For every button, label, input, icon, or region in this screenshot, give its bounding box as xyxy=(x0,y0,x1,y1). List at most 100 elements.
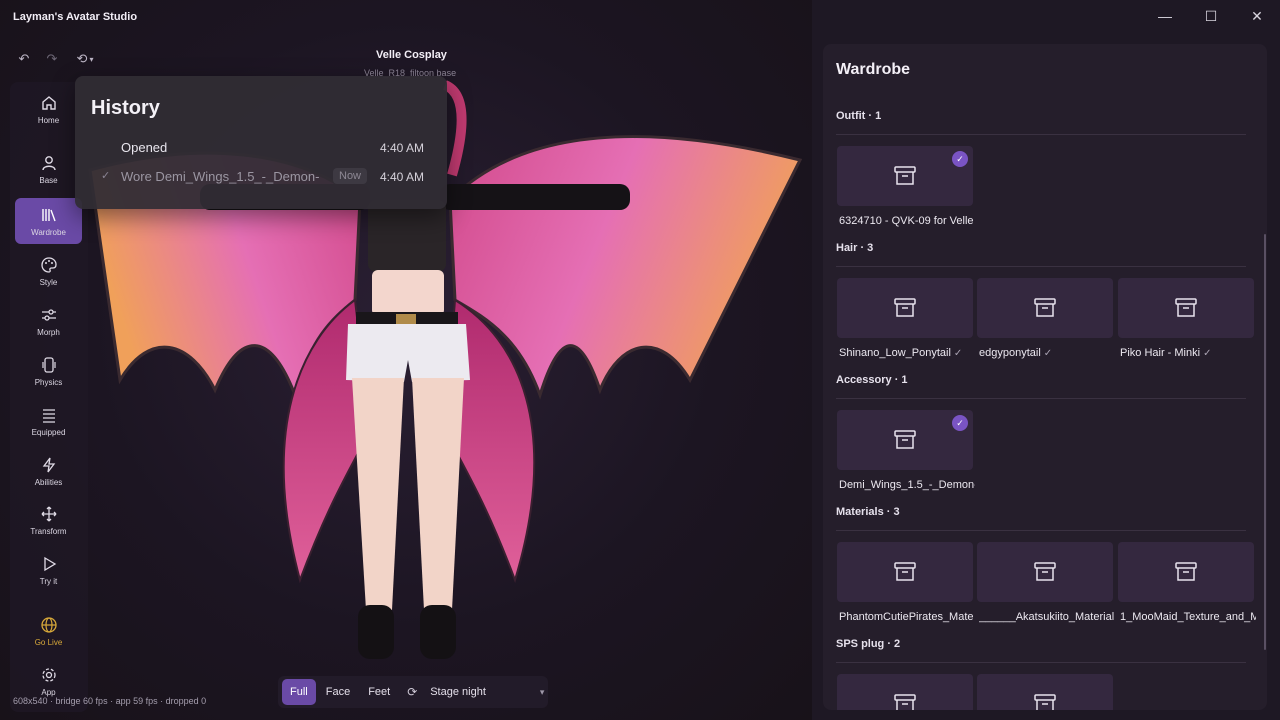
wardrobe-item-name: 6324710 - QVK-09 for Velle xyxy=(839,215,974,227)
worn-check-icon: ✓ xyxy=(952,151,968,167)
divider xyxy=(836,662,1246,663)
gear-icon xyxy=(41,667,56,682)
sidebar-item-base[interactable]: Base xyxy=(15,146,82,192)
wardrobe-scrollbar[interactable] xyxy=(1264,234,1266,650)
archive-icon xyxy=(894,562,916,581)
wardrobe-item-card[interactable] xyxy=(977,278,1113,338)
history-row-label: Opened xyxy=(121,140,168,155)
wardrobe-item-card[interactable] xyxy=(837,278,973,338)
sidebar-item-go-live[interactable]: Go Live xyxy=(15,608,82,654)
view-feet-button[interactable]: Feet xyxy=(360,679,398,705)
wardrobe-item-name: ______Akatsukiito_Material xyxy=(979,611,1115,623)
sidebar-item-label: Go Live xyxy=(34,637,63,647)
divider xyxy=(836,530,1246,531)
redo-icon[interactable]: ↷ xyxy=(40,47,64,71)
perf-stats: 608x540 · bridge 60 fps · app 59 fps · d… xyxy=(13,696,207,706)
archive-icon xyxy=(1034,562,1056,581)
wardrobe-item-card[interactable] xyxy=(1118,278,1254,338)
stage-select[interactable]: Stage night xyxy=(430,686,486,698)
sidebar-item-transform[interactable]: Transform xyxy=(15,497,82,543)
archive-icon xyxy=(1034,694,1056,710)
check-icon: ✓ xyxy=(1203,348,1212,359)
view-full-button[interactable]: Full xyxy=(282,679,316,705)
sidebar-item-label: Physics xyxy=(34,377,63,387)
person-icon xyxy=(41,155,56,170)
sidebar-item-physics[interactable]: Physics xyxy=(15,348,82,394)
sidebar-item-wardrobe[interactable]: Wardrobe xyxy=(15,198,82,244)
sidebar-item-label: Try it xyxy=(39,576,58,586)
sidebar-item-home[interactable]: Home xyxy=(15,86,82,132)
wardrobe-item-card[interactable] xyxy=(1118,542,1254,602)
move-icon xyxy=(41,506,56,521)
globe-icon xyxy=(40,616,57,633)
archive-icon xyxy=(1175,298,1197,317)
sidebar-item-label: Base xyxy=(39,175,58,185)
palette-icon xyxy=(40,256,57,273)
history-button[interactable]: ⟲ ▾ xyxy=(68,47,102,71)
divider xyxy=(836,266,1246,267)
sliders-icon xyxy=(41,308,56,321)
check-icon: ✓ xyxy=(101,170,111,182)
maximize-icon[interactable]: ☐ xyxy=(1188,0,1234,32)
history-title: History xyxy=(91,97,160,119)
chevron-down-icon[interactable]: ▾ xyxy=(540,687,545,698)
divider xyxy=(836,398,1246,399)
sidebar-item-style[interactable]: Style xyxy=(15,248,82,294)
close-icon[interactable]: ✕ xyxy=(1234,0,1280,32)
section-title-sps-plug: SPS plug · 2 xyxy=(836,638,901,650)
wardrobe-title: Wardrobe xyxy=(836,61,911,78)
view-face-button[interactable]: Face xyxy=(318,679,358,705)
history-row-label: Wore Demi_Wings_1.5_-_Demon- xyxy=(121,169,320,184)
phone-icon xyxy=(41,356,56,373)
window-controls: — ☐ ✕ xyxy=(1142,0,1280,32)
refresh-icon[interactable]: ⟳ xyxy=(400,680,424,704)
view-toolbar: Full Face Feet ⟳ Stage night ▾ xyxy=(278,676,548,708)
bolt-icon xyxy=(42,457,55,472)
wardrobe-item-card[interactable]: ✓ xyxy=(837,410,973,470)
wardrobe-item-card[interactable] xyxy=(837,674,973,710)
sidebar-item-equipped[interactable]: Equipped xyxy=(15,398,82,444)
wardrobe-item-name: PhantomCutiePirates_Mate xyxy=(839,611,974,623)
archive-icon xyxy=(894,694,916,710)
section-title-hair: Hair · 3 xyxy=(836,242,874,254)
sidebar-item-label: Home xyxy=(37,115,60,125)
wardrobe-item-card[interactable] xyxy=(977,542,1113,602)
worn-check-icon: ✓ xyxy=(952,415,968,431)
wardrobe-item-name: edgyponytail ✓ xyxy=(979,347,1053,359)
sidebar-item-label: Abilities xyxy=(34,477,63,487)
list-icon xyxy=(42,408,55,423)
library-icon xyxy=(41,208,56,221)
sidebar-item-abilities[interactable]: Abilities xyxy=(15,448,82,494)
edit-toolbar: ↶ ↷ ⟲ ▾ xyxy=(12,47,102,71)
home-icon xyxy=(41,95,56,110)
play-icon xyxy=(43,556,56,571)
wardrobe-item-name: 1_MooMaid_Texture_and_M xyxy=(1120,611,1256,623)
archive-icon xyxy=(1034,298,1056,317)
app-title: Layman's Avatar Studio xyxy=(13,11,138,23)
sidebar-item-label: Wardrobe xyxy=(31,227,66,237)
minimize-icon[interactable]: — xyxy=(1142,0,1188,32)
wardrobe-item-card[interactable] xyxy=(977,674,1113,710)
avatar-viewport[interactable]: ↶ ↷ ⟲ ▾ Velle Cosplay Velle_R18_filtoon … xyxy=(0,0,812,720)
wardrobe-item-name: Piko Hair - Minki ✓ xyxy=(1120,347,1212,359)
sidebar-item-label: Style xyxy=(39,277,58,287)
archive-icon xyxy=(894,430,916,449)
archive-icon xyxy=(894,298,916,317)
sidebar-item-label: Equipped xyxy=(31,427,66,437)
section-title-outfit: Outfit · 1 xyxy=(836,110,882,122)
section-title-materials: Materials · 3 xyxy=(836,506,900,518)
wardrobe-item-card[interactable] xyxy=(837,542,973,602)
history-row-time: 4:40 AM xyxy=(379,170,424,184)
check-icon: ✓ xyxy=(1043,348,1053,359)
sidebar-item-try-it[interactable]: Try it xyxy=(15,547,82,593)
undo-icon[interactable]: ↶ xyxy=(12,47,36,71)
history-popup: History Opened 4:40 AM ✓ Wore Demi_Wings… xyxy=(75,76,447,209)
wardrobe-item-card[interactable]: ✓ xyxy=(837,146,973,206)
archive-icon xyxy=(894,166,916,185)
sidebar-item-morph[interactable]: Morph xyxy=(15,298,82,344)
wardrobe-item-name: Shinano_Low_Ponytail ✓ xyxy=(839,347,963,359)
history-row[interactable]: ✓ Wore Demi_Wings_1.5_-_Demon- Now 4:40 … xyxy=(75,166,447,188)
check-icon: ✓ xyxy=(953,348,963,359)
history-row[interactable]: Opened 4:40 AM xyxy=(75,137,447,159)
archive-icon xyxy=(1175,562,1197,581)
